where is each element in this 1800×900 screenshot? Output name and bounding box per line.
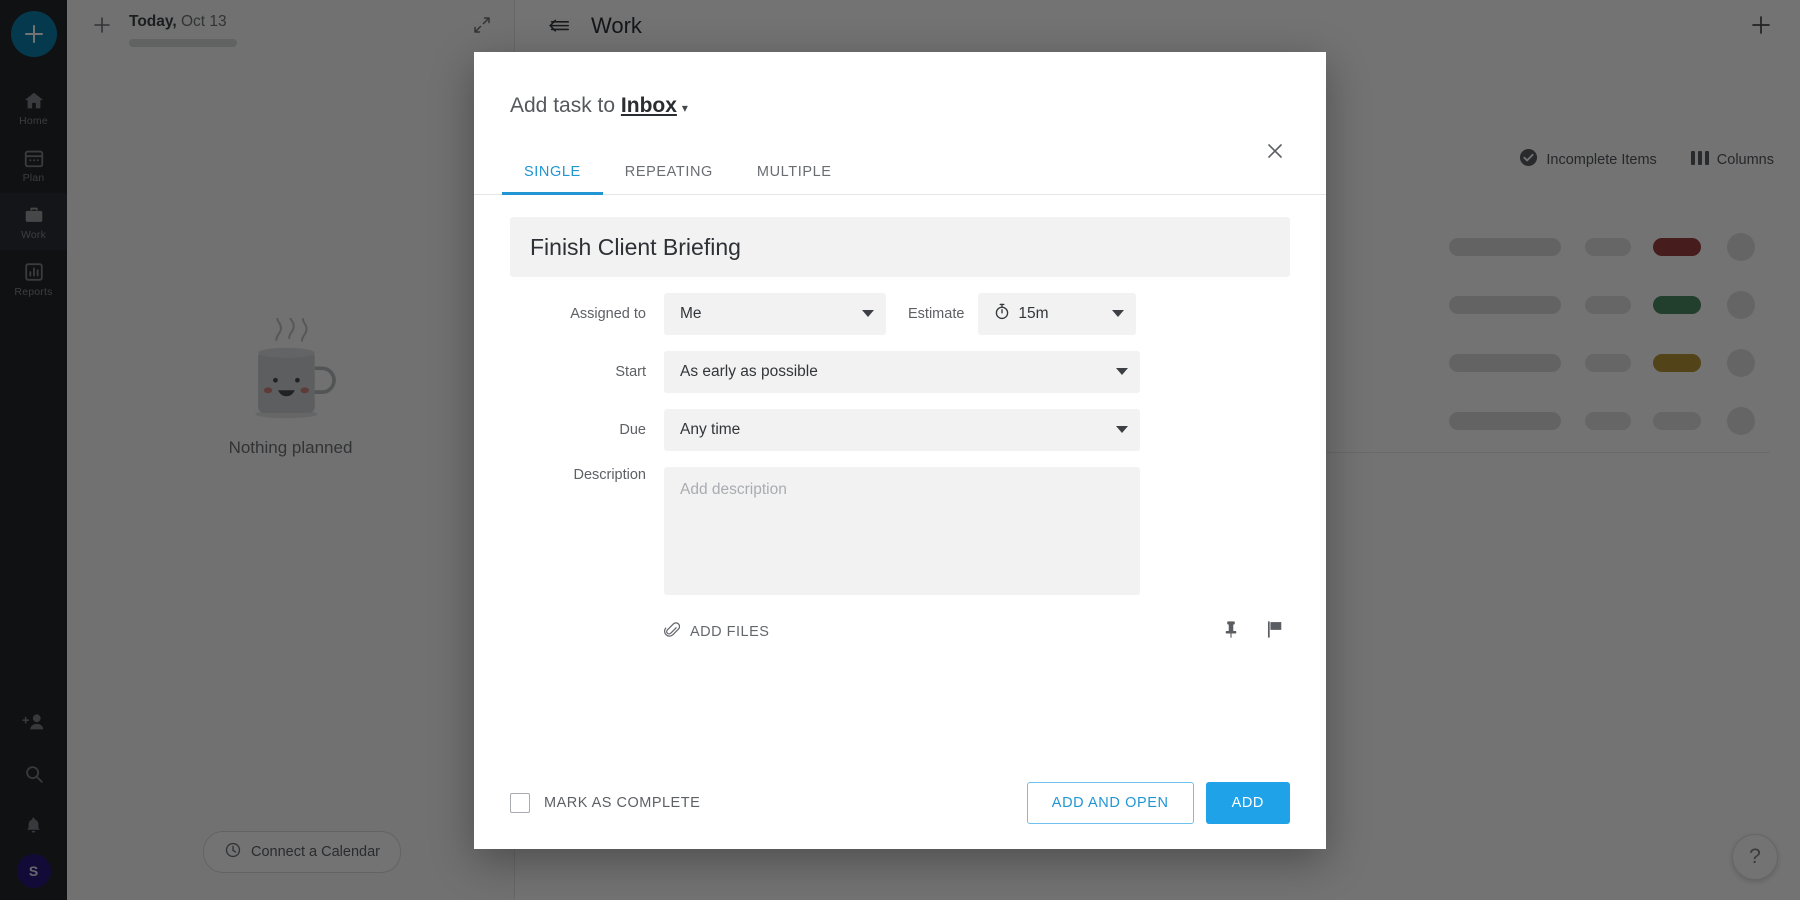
add-button[interactable]: ADD: [1206, 782, 1290, 824]
chevron-down-icon[interactable]: ▾: [682, 101, 688, 115]
estimate-value: 15m: [1018, 305, 1048, 323]
chevron-down-icon: [1116, 368, 1128, 376]
add-files-label: ADD FILES: [690, 624, 769, 640]
due-select[interactable]: Any time: [664, 409, 1140, 451]
project-selector[interactable]: Inbox: [621, 94, 677, 117]
due-row: Due Any time: [510, 409, 1290, 451]
close-button[interactable]: [1262, 138, 1288, 164]
due-value: Any time: [680, 421, 1102, 439]
dialog-title: Add task to Inbox ▾: [510, 94, 1326, 118]
pin-icon: [1222, 620, 1240, 644]
tab-repeating[interactable]: REPEATING: [603, 148, 735, 194]
mark-as-complete-checkbox[interactable]: MARK AS COMPLETE: [510, 793, 700, 813]
estimate-label: Estimate: [886, 306, 978, 322]
chevron-down-icon: [1116, 426, 1128, 434]
start-row: Start As early as possible: [510, 351, 1290, 393]
paperclip-icon: [664, 621, 680, 643]
description-row: Description Add description: [510, 467, 1290, 595]
task-title-input[interactable]: Finish Client Briefing: [510, 217, 1290, 277]
attachments-row: ADD FILES: [510, 617, 1290, 647]
estimate-value-wrap: 15m: [994, 303, 1098, 325]
start-select[interactable]: As early as possible: [664, 351, 1140, 393]
tab-single[interactable]: SINGLE: [502, 148, 603, 194]
add-and-open-button[interactable]: ADD AND OPEN: [1027, 782, 1194, 824]
assignee-value: Me: [680, 305, 848, 323]
close-icon: [1265, 141, 1285, 161]
checkbox-box: [510, 793, 530, 813]
dialog-header: Add task to Inbox ▾: [474, 52, 1326, 148]
description-input[interactable]: Add description: [664, 467, 1140, 595]
dialog-tabs: SINGLE REPEATING MULTIPLE: [474, 148, 1326, 195]
pin-button[interactable]: [1216, 617, 1246, 647]
start-label: Start: [510, 364, 664, 380]
stopwatch-icon: [994, 303, 1010, 325]
description-label: Description: [510, 467, 664, 595]
tab-multiple[interactable]: MULTIPLE: [735, 148, 854, 194]
chevron-down-icon: [862, 310, 874, 318]
due-label: Due: [510, 422, 664, 438]
assigned-to-label: Assigned to: [510, 306, 664, 322]
chevron-down-icon: [1112, 310, 1124, 318]
dialog-body: Finish Client Briefing Assigned to Me Es…: [474, 195, 1326, 755]
flag-button[interactable]: [1260, 617, 1290, 647]
add-files-button[interactable]: ADD FILES: [664, 621, 769, 643]
assignee-estimate-row: Assigned to Me Estimate: [510, 293, 1290, 335]
assignee-select[interactable]: Me: [664, 293, 886, 335]
dialog-title-prefix: Add task to: [510, 94, 621, 117]
flag-icon: [1266, 620, 1284, 644]
add-task-dialog: Add task to Inbox ▾ SINGLE REPEATING MULT…: [474, 52, 1326, 849]
start-value: As early as possible: [680, 363, 1102, 381]
dialog-footer: MARK AS COMPLETE ADD AND OPEN ADD: [474, 755, 1326, 849]
estimate-select[interactable]: 15m: [978, 293, 1136, 335]
mark-as-complete-label: MARK AS COMPLETE: [544, 795, 700, 811]
app-root: Home Plan: [0, 0, 1800, 900]
